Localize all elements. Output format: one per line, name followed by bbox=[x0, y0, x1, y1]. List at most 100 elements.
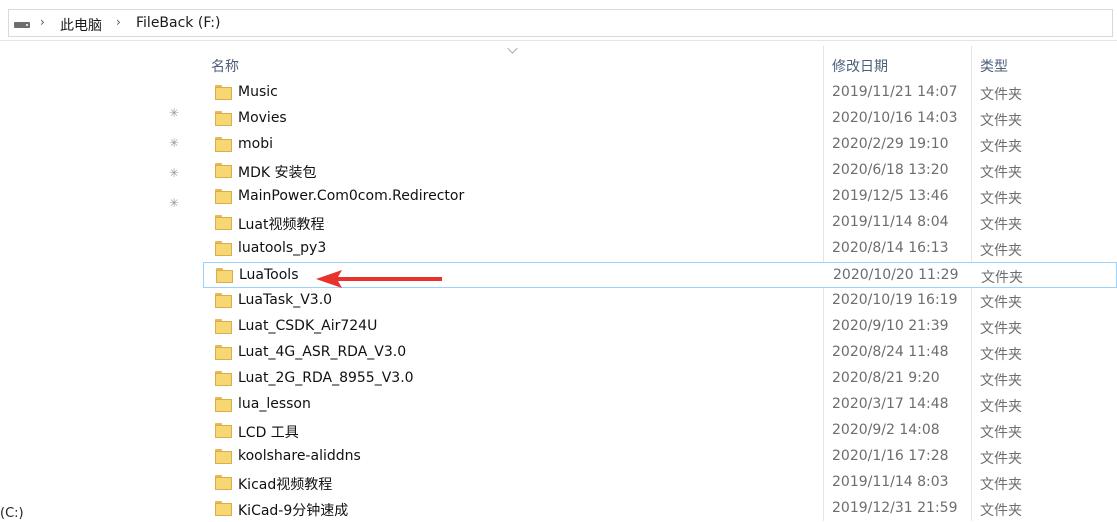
folder-icon bbox=[215, 189, 232, 204]
folder-icon bbox=[216, 268, 233, 283]
pin-icon[interactable]: ✳ bbox=[167, 106, 181, 120]
file-row[interactable]: Music 2019/11/21 14:07 文件夹 bbox=[203, 80, 1117, 106]
file-date: 2019/11/21 14:07 bbox=[832, 84, 958, 100]
file-type: 文件夹 bbox=[980, 503, 1022, 519]
file-date: 2020/9/2 14:08 bbox=[832, 422, 940, 438]
folder-icon bbox=[215, 371, 232, 386]
file-row[interactable]: Luat视频教程 2019/11/14 8:04 文件夹 bbox=[203, 210, 1117, 236]
pin-icon[interactable]: ✳ bbox=[167, 166, 181, 180]
file-row[interactable]: LCD 工具 2020/9/2 14:08 文件夹 bbox=[203, 418, 1117, 444]
file-row[interactable]: Luat_CSDK_Air724U 2020/9/10 21:39 文件夹 bbox=[203, 314, 1117, 340]
file-type: 文件夹 bbox=[980, 373, 1022, 389]
folder-icon bbox=[215, 319, 232, 334]
file-type: 文件夹 bbox=[980, 217, 1022, 233]
folder-icon bbox=[215, 475, 232, 490]
annotation-arrow-icon bbox=[316, 270, 442, 288]
file-row[interactable]: Luat_4G_ASR_RDA_V3.0 2020/8/24 11:48 文件夹 bbox=[203, 340, 1117, 366]
file-row[interactable]: koolshare-aliddns 2020/1/16 17:28 文件夹 bbox=[203, 444, 1117, 470]
file-name: mobi bbox=[238, 136, 273, 152]
file-name: MDK 安装包 bbox=[238, 165, 317, 181]
folder-icon bbox=[215, 397, 232, 412]
file-name: KiCad-9分钟速成 bbox=[238, 503, 349, 519]
breadcrumb-fileback[interactable]: FileBack (F:) bbox=[136, 15, 220, 31]
file-name: Kicad视频教程 bbox=[238, 477, 333, 493]
file-date: 2019/11/14 8:03 bbox=[832, 474, 949, 490]
file-date: 2020/8/24 11:48 bbox=[832, 344, 949, 360]
file-date: 2020/3/17 14:48 bbox=[832, 396, 949, 412]
file-type: 文件夹 bbox=[980, 399, 1022, 415]
file-name: LuaTools bbox=[239, 267, 299, 283]
file-type: 文件夹 bbox=[981, 270, 1023, 286]
file-type: 文件夹 bbox=[980, 191, 1022, 207]
sidebar-partial-text: (C:) bbox=[0, 506, 24, 521]
file-type: 文件夹 bbox=[980, 451, 1022, 467]
folder-icon bbox=[215, 423, 232, 438]
file-name: Luat视频教程 bbox=[238, 217, 325, 233]
folder-icon bbox=[215, 293, 232, 308]
file-date: 2019/12/5 13:46 bbox=[832, 188, 949, 204]
file-type: 文件夹 bbox=[980, 165, 1022, 181]
file-date: 2019/11/14 8:04 bbox=[832, 214, 949, 230]
file-name: luatools_py3 bbox=[238, 240, 327, 256]
file-row[interactable]: mobi 2020/2/29 19:10 文件夹 bbox=[203, 132, 1117, 158]
folder-icon bbox=[215, 241, 232, 256]
file-type: 文件夹 bbox=[980, 87, 1022, 103]
file-row[interactable]: MainPower.Com0com.Redirector 2019/12/5 13… bbox=[203, 184, 1117, 210]
sort-chevron-icon bbox=[507, 43, 518, 54]
file-name: MainPower.Com0com.Redirector bbox=[238, 188, 465, 204]
file-row[interactable]: KiCad-9分钟速成 2019/12/31 21:59 文件夹 bbox=[203, 496, 1117, 522]
file-type: 文件夹 bbox=[980, 477, 1022, 493]
file-name: LuaTask_V3.0 bbox=[238, 292, 333, 308]
file-row[interactable]: Movies 2020/10/16 14:03 文件夹 bbox=[203, 106, 1117, 132]
file-type: 文件夹 bbox=[980, 321, 1022, 337]
file-name: Movies bbox=[238, 110, 287, 126]
file-row[interactable]: MDK 安装包 2020/6/18 13:20 文件夹 bbox=[203, 158, 1117, 184]
file-name: Music bbox=[238, 84, 278, 100]
folder-icon bbox=[215, 501, 232, 516]
file-date: 2020/8/21 9:20 bbox=[832, 370, 940, 386]
column-header-name[interactable]: 名称 bbox=[211, 56, 239, 76]
file-name: LCD 工具 bbox=[238, 425, 299, 441]
folder-icon bbox=[215, 215, 232, 230]
drive-icon bbox=[14, 22, 30, 28]
column-header-type[interactable]: 类型 bbox=[980, 56, 1008, 76]
breadcrumb-separator[interactable]: › bbox=[116, 15, 121, 29]
column-header-date[interactable]: 修改日期 bbox=[832, 56, 888, 76]
address-bar: › 此电脑 › FileBack (F:) bbox=[0, 0, 1117, 41]
file-date: 2020/8/14 16:13 bbox=[832, 240, 949, 256]
file-name: Luat_2G_RDA_8955_V3.0 bbox=[238, 370, 414, 386]
file-type: 文件夹 bbox=[980, 139, 1022, 155]
file-type: 文件夹 bbox=[980, 243, 1022, 259]
file-date: 2020/10/19 16:19 bbox=[832, 292, 958, 308]
file-name: Luat_CSDK_Air724U bbox=[238, 318, 378, 334]
folder-icon bbox=[215, 137, 232, 152]
file-date: 2019/12/31 21:59 bbox=[832, 500, 958, 516]
file-row[interactable]: Luat_2G_RDA_8955_V3.0 2020/8/21 9:20 文件夹 bbox=[203, 366, 1117, 392]
folder-icon bbox=[215, 163, 232, 178]
file-date: 2020/10/16 14:03 bbox=[832, 110, 958, 126]
folder-icon bbox=[215, 111, 232, 126]
file-type: 文件夹 bbox=[980, 425, 1022, 441]
file-name: lua_lesson bbox=[238, 396, 311, 412]
file-type: 文件夹 bbox=[980, 295, 1022, 311]
file-date: 2020/2/29 19:10 bbox=[832, 136, 949, 152]
file-row[interactable]: LuaTask_V3.0 2020/10/19 16:19 文件夹 bbox=[203, 288, 1117, 314]
file-date: 2020/9/10 21:39 bbox=[832, 318, 949, 334]
file-date: 2020/6/18 13:20 bbox=[832, 162, 949, 178]
pin-icon[interactable]: ✳ bbox=[167, 196, 181, 210]
file-type: 文件夹 bbox=[980, 347, 1022, 363]
pin-icon[interactable]: ✳ bbox=[167, 136, 181, 150]
file-date: 2020/1/16 17:28 bbox=[832, 448, 949, 464]
folder-icon bbox=[215, 449, 232, 464]
file-row[interactable]: lua_lesson 2020/3/17 14:48 文件夹 bbox=[203, 392, 1117, 418]
file-name: koolshare-aliddns bbox=[238, 448, 361, 464]
file-row[interactable]: luatools_py3 2020/8/14 16:13 文件夹 bbox=[203, 236, 1117, 262]
folder-icon bbox=[215, 345, 232, 360]
breadcrumb-this-pc[interactable]: 此电脑 bbox=[60, 15, 102, 35]
file-name: Luat_4G_ASR_RDA_V3.0 bbox=[238, 344, 407, 360]
folder-icon bbox=[215, 85, 232, 100]
file-row[interactable]: Kicad视频教程 2019/11/14 8:03 文件夹 bbox=[203, 470, 1117, 496]
file-type: 文件夹 bbox=[980, 113, 1022, 129]
file-date: 2020/10/20 11:29 bbox=[833, 267, 959, 283]
breadcrumb-separator[interactable]: › bbox=[40, 15, 45, 29]
